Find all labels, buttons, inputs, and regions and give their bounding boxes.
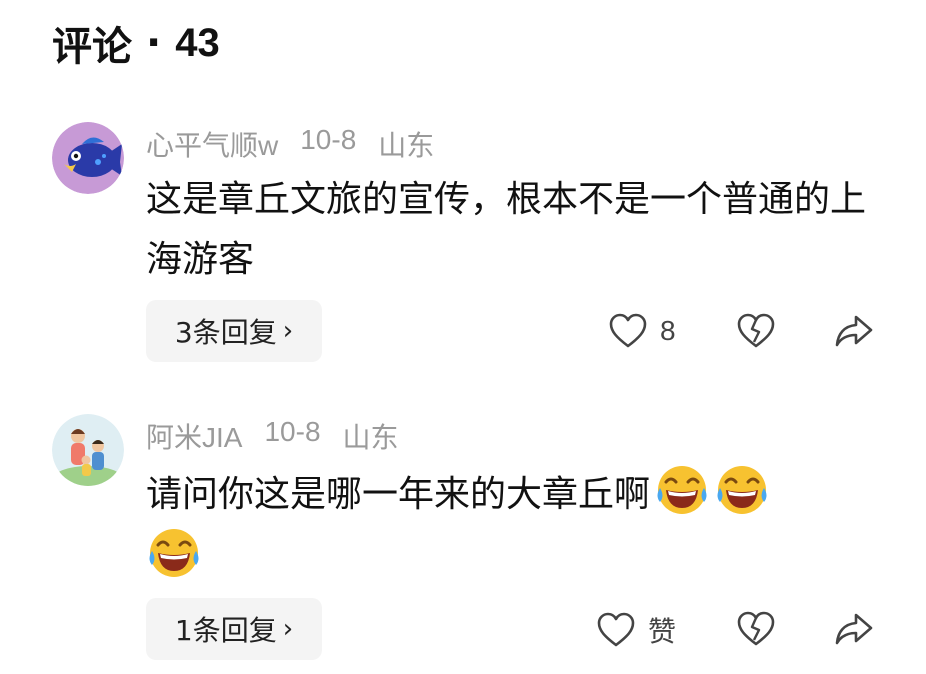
title-separator: · xyxy=(146,20,162,66)
heart-outline-icon xyxy=(609,313,647,348)
avatar[interactable] xyxy=(52,414,124,486)
laughing-tears-emoji-icon xyxy=(149,529,199,577)
dislike-button[interactable] xyxy=(736,312,776,350)
laughing-tears-emoji-icon xyxy=(657,466,707,514)
comment-meta: 心平气顺w 10-8 山东 xyxy=(146,124,434,164)
chevron-right-icon: › xyxy=(282,614,294,644)
like-count: 8 xyxy=(660,315,676,346)
share-button[interactable] xyxy=(834,610,874,648)
comment-count: 43 xyxy=(175,20,220,65)
share-button[interactable] xyxy=(834,312,874,350)
broken-heart-icon xyxy=(737,611,775,646)
replies-label: 3条回复 xyxy=(174,316,277,349)
like-label: 赞 xyxy=(648,616,677,647)
comments-title: 评论 xyxy=(52,24,132,70)
comment-date: 10-8 xyxy=(264,416,321,447)
comment-text: 这是章丘文旅的宣传，根本不是一个普通的上海游客 xyxy=(146,170,866,290)
like-button[interactable]: 8 xyxy=(608,312,676,350)
comment-location: 山东 xyxy=(378,130,435,161)
like-button[interactable]: 赞 xyxy=(596,610,676,650)
illustrated-family-avatar-icon xyxy=(52,414,124,486)
view-replies-button[interactable]: 3条回复 › xyxy=(146,300,322,362)
comment-meta: 阿米JIA 10-8 山东 xyxy=(146,416,399,456)
share-arrow-icon xyxy=(835,613,873,645)
heart-outline-icon xyxy=(597,612,635,647)
comment-date: 10-8 xyxy=(300,124,357,155)
comment-text: 请问你这是哪一年来的大章丘啊 xyxy=(146,462,866,588)
comment-text-body: 这是章丘文旅的宣传，根本不是一个普通的上海游客 xyxy=(146,179,867,280)
chevron-right-icon: › xyxy=(282,316,294,346)
view-replies-button[interactable]: 1条回复 › xyxy=(146,598,322,660)
avatar[interactable] xyxy=(52,122,124,194)
laughing-tears-emoji-icon xyxy=(717,466,767,514)
username[interactable]: 心平气顺w xyxy=(146,124,278,164)
comment-text-body: 请问你这是哪一年来的大章丘啊 xyxy=(146,474,651,515)
comment-location: 山东 xyxy=(342,422,399,453)
dislike-button[interactable] xyxy=(736,610,776,648)
broken-heart-icon xyxy=(737,313,775,348)
share-arrow-icon xyxy=(835,315,873,347)
replies-label: 1条回复 xyxy=(174,614,277,647)
comments-header: 评论 · 43 xyxy=(52,18,220,70)
username[interactable]: 阿米JIA xyxy=(146,416,242,456)
cartoon-fish-avatar-icon xyxy=(52,122,124,194)
